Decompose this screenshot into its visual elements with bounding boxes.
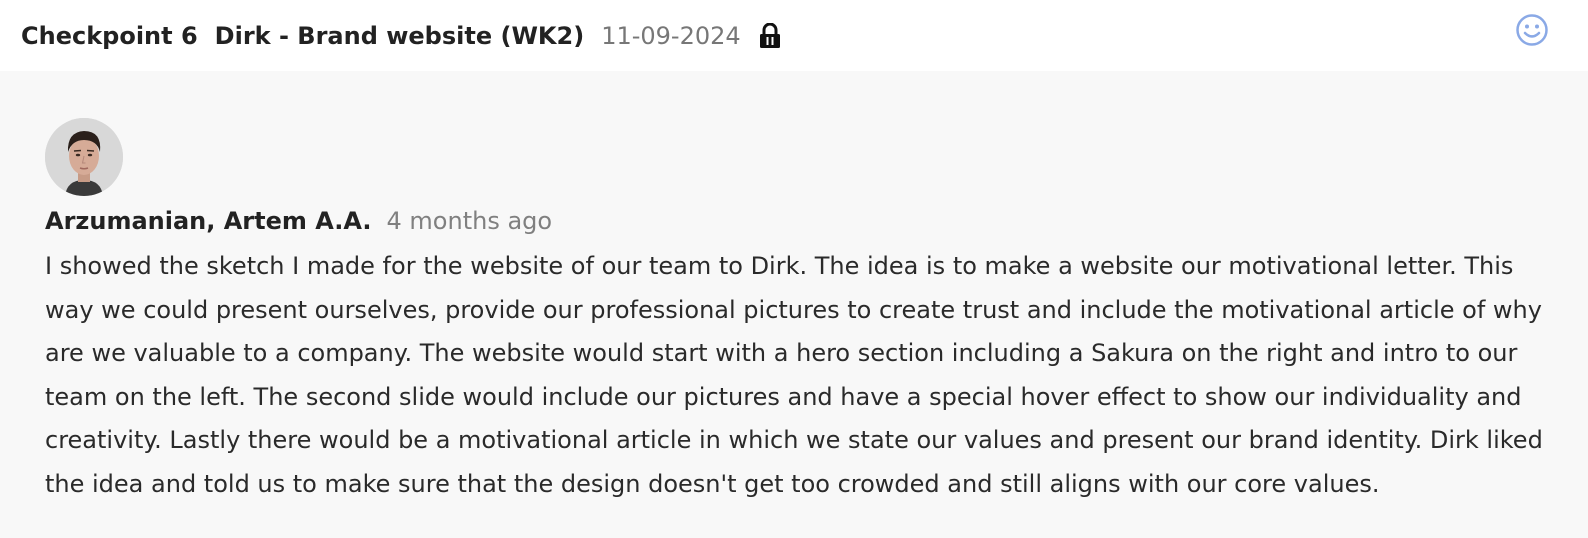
comment: Arzumanian, Artem A.A. 4 months ago I sh… [45, 118, 1555, 506]
checkpoint-header: Checkpoint 6 Dirk - Brand website (WK2) … [0, 0, 1588, 71]
comment-meta: Arzumanian, Artem A.A. 4 months ago [45, 203, 1555, 239]
author-name: Arzumanian, Artem A.A. [45, 207, 372, 235]
comment-body: I showed the sketch I made for the websi… [45, 252, 1543, 498]
checkpoint-heading: Checkpoint 6 Dirk - Brand website (WK2) … [21, 0, 781, 71]
lock-icon [759, 22, 781, 49]
checkpoint-date: 11-09-2024 [601, 21, 741, 50]
smiley-icon[interactable] [1516, 14, 1548, 46]
checkpoint-title: Dirk - Brand website (WK2) [214, 21, 585, 50]
checkpoint-label: Checkpoint 6 [21, 21, 198, 50]
comment-timestamp: 4 months ago [386, 207, 553, 235]
avatar[interactable] [45, 118, 123, 196]
